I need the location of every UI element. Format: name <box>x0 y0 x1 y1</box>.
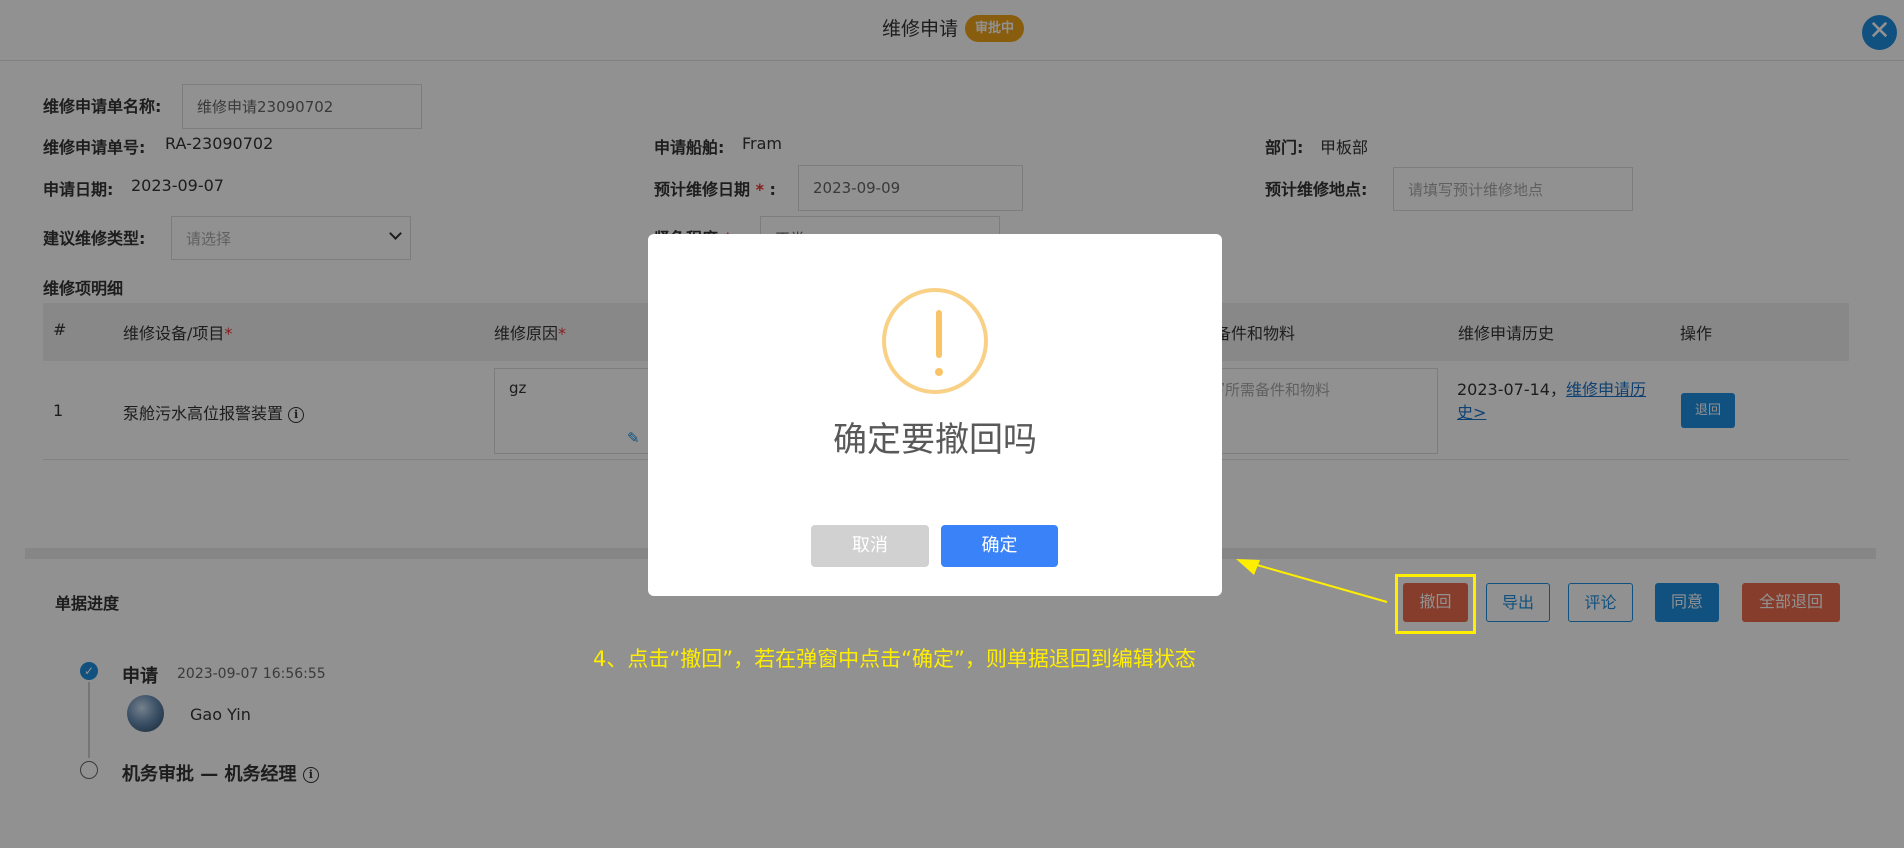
cancel-button[interactable]: 取消 <box>811 525 929 567</box>
dialog-message: 确定要撤回吗 <box>833 420 1037 460</box>
annotation-highlight-box <box>1395 574 1476 634</box>
annotation-arrow-icon <box>1236 559 1388 603</box>
warning-icon <box>882 288 988 394</box>
annotation-text: 4、点击“撤回”，若在弹窗中点击“确定”，则单据退回到编辑状态 <box>593 647 1196 671</box>
confirm-dialog: 确定要撤回吗 取消 确定 <box>648 234 1222 596</box>
confirm-button[interactable]: 确定 <box>941 525 1058 567</box>
